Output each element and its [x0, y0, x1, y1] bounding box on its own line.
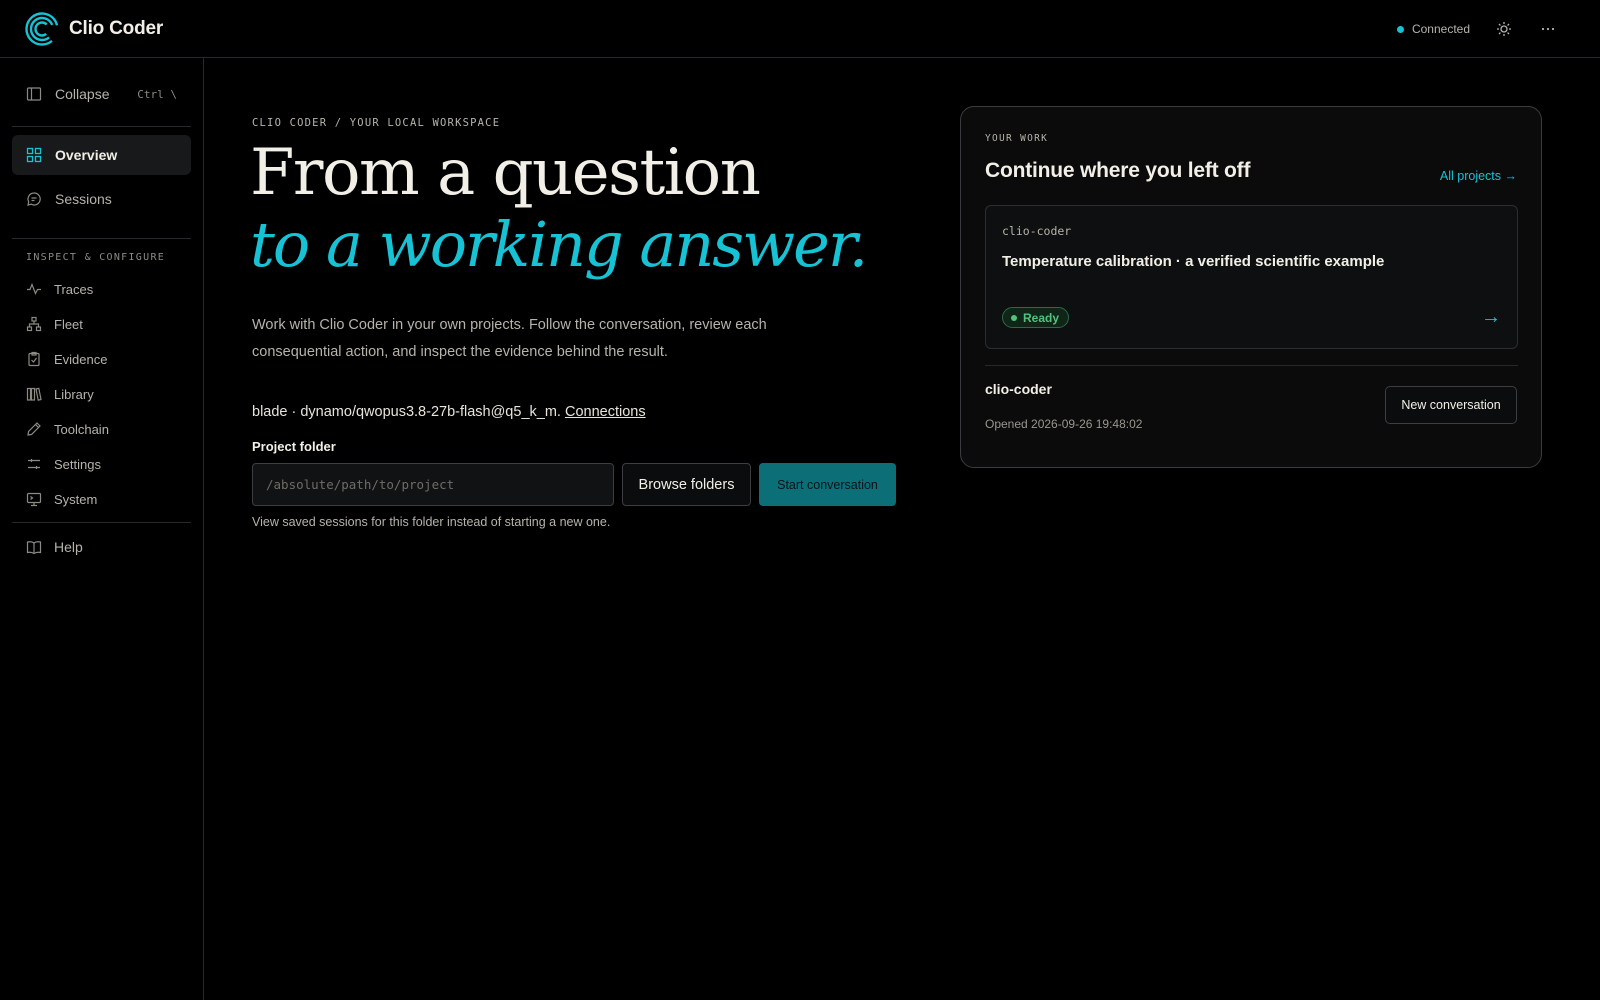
- brand[interactable]: Clio Coder: [25, 11, 164, 46]
- network-icon: [26, 316, 42, 332]
- top-right-controls: Connected: [1396, 0, 1600, 58]
- status-label: Connected: [1411, 22, 1470, 36]
- card-kicker: YOUR WORK: [985, 133, 1049, 144]
- section-label-inspect: INSPECT & CONFIGURE: [26, 252, 166, 263]
- recent-opened-timestamp: Opened 2026-09-26 19:48:02: [985, 417, 1143, 431]
- sidebar-item-label: Sessions: [55, 191, 112, 207]
- model-name: blade · dynamo/qwopus3.8-27b-flash@q5_k_…: [252, 404, 561, 420]
- status-badge-label: Ready: [1023, 310, 1060, 325]
- sidebar-item-system[interactable]: System: [12, 484, 191, 514]
- browse-folders-button[interactable]: Browse folders: [622, 463, 751, 506]
- book-icon: [26, 541, 42, 555]
- sidebar-item-label: Traces: [54, 281, 94, 297]
- recent-project-name: clio-coder: [985, 381, 1052, 397]
- sidebar-item-label: Evidence: [54, 351, 108, 367]
- hero-title-line-1: From a question: [250, 136, 761, 210]
- connections-link[interactable]: Connections: [565, 404, 646, 420]
- sidebar-item-settings[interactable]: Settings: [12, 449, 191, 479]
- project-folder-label: Project folder: [252, 439, 336, 454]
- more-menu-button[interactable]: [1536, 17, 1560, 41]
- hero-description: Work with Clio Coder in your own project…: [252, 317, 767, 360]
- project-card[interactable]: clio-coder Temperature calibration · a v…: [985, 205, 1518, 349]
- theme-toggle-button[interactable]: [1492, 17, 1516, 41]
- project-folder-hint: View saved sessions for this folder inst…: [252, 515, 611, 529]
- sidebar-item-sessions[interactable]: Sessions: [12, 179, 191, 219]
- grid-icon: [26, 147, 42, 163]
- card-title: Continue where you left off: [985, 159, 1251, 182]
- clipboard-icon: [28, 351, 40, 367]
- arrow-right-icon[interactable]: →: [1481, 306, 1501, 329]
- sidebar: Collapse Ctrl \ Overview Sessions INSPEC…: [0, 58, 204, 1000]
- start-conversation-button[interactable]: Start conversation: [759, 463, 896, 506]
- more-horizontal-icon: [1541, 27, 1555, 31]
- pencil-icon: [27, 422, 41, 436]
- collapse-shortcut: Ctrl \: [137, 87, 177, 101]
- sidebar-item-toolchain[interactable]: Toolchain: [12, 414, 191, 444]
- hero-title-line-2: to a working answer.: [250, 208, 868, 281]
- sidebar-item-help[interactable]: Help: [12, 530, 191, 564]
- collapse-sidebar-button[interactable]: Collapse Ctrl \: [12, 76, 191, 112]
- sidebar-divider: [12, 126, 191, 127]
- activity-icon: [27, 282, 41, 295]
- sidebar-item-evidence[interactable]: Evidence: [12, 344, 191, 374]
- monitor-icon: [26, 492, 42, 507]
- sidebar-item-label: Library: [54, 386, 94, 402]
- sidebar-panel-icon: [26, 87, 42, 101]
- sidebar-item-fleet[interactable]: Fleet: [12, 309, 191, 339]
- sidebar-item-label: System: [54, 491, 98, 507]
- chat-bubble-icon: [27, 192, 41, 206]
- sliders-icon: [28, 459, 40, 469]
- sidebar-item-label: Toolchain: [54, 421, 109, 437]
- model-info: blade · dynamo/qwopus3.8-27b-flash@q5_k_…: [252, 404, 646, 420]
- sun-icon: [1497, 22, 1511, 36]
- project-title: Temperature calibration · a verified sci…: [1002, 253, 1385, 270]
- sidebar-item-label: Overview: [55, 147, 118, 163]
- books-icon: [26, 387, 42, 401]
- breadcrumb: CLIO CODER / YOUR LOCAL WORKSPACE: [252, 117, 501, 129]
- new-conversation-button[interactable]: New conversation: [1385, 386, 1517, 424]
- sidebar-item-label: Help: [54, 539, 83, 555]
- sidebar-item-label: Settings: [54, 456, 101, 472]
- app-name: Clio Coder: [69, 17, 164, 39]
- sidebar-item-traces[interactable]: Traces: [12, 274, 191, 304]
- your-work-card: YOUR WORK Continue where you left off Al…: [960, 106, 1542, 468]
- collapse-label: Collapse: [55, 86, 110, 102]
- sidebar-divider: [12, 238, 191, 239]
- status-badge: Ready: [1002, 307, 1070, 328]
- top-bar: Clio Coder Connected: [0, 0, 1600, 58]
- connection-status: Connected: [1396, 22, 1470, 36]
- project-slug: clio-coder: [1002, 224, 1072, 238]
- all-projects-link[interactable]: All projects →: [1440, 169, 1517, 183]
- sidebar-item-library[interactable]: Library: [12, 379, 191, 409]
- sidebar-item-overview[interactable]: Overview: [12, 135, 191, 175]
- clio-logo-icon: [25, 11, 59, 46]
- sidebar-divider: [12, 522, 191, 523]
- card-divider: [985, 365, 1518, 366]
- status-dot-icon: [1011, 314, 1017, 321]
- sidebar-item-label: Fleet: [54, 316, 83, 332]
- project-folder-input[interactable]: [252, 463, 614, 506]
- status-dot-icon: [1396, 25, 1404, 33]
